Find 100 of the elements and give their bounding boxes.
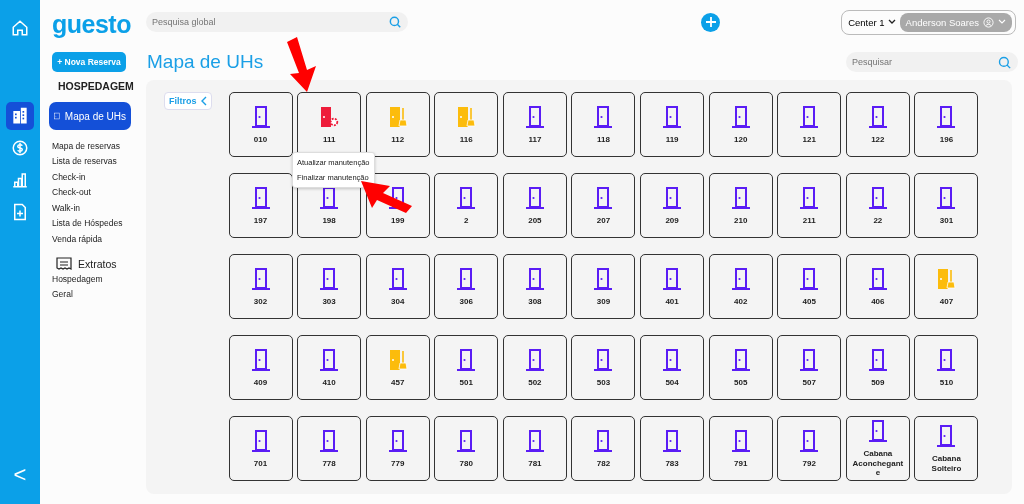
- room-card[interactable]: 410: [297, 335, 362, 400]
- caret-icon: [887, 19, 896, 25]
- room-number: Cabana Solteiro: [930, 454, 963, 473]
- search-field[interactable]: Pesquisar: [846, 52, 1018, 72]
- rail-button[interactable]: [6, 102, 34, 130]
- room-card[interactable]: 121: [777, 92, 842, 157]
- room-card[interactable]: 701: [228, 416, 293, 481]
- room-card[interactable]: 309: [571, 254, 636, 319]
- room-card[interactable]: 779: [365, 416, 430, 481]
- room-card[interactable]: 791: [708, 416, 773, 481]
- room-card[interactable]: 306: [434, 254, 499, 319]
- sidebar-item[interactable]: Check-in: [52, 170, 134, 183]
- room-card[interactable]: 2: [434, 173, 499, 238]
- annotation-arrow: [287, 37, 316, 92]
- home-icon: [11, 19, 29, 37]
- sidebar-item[interactable]: Hospedagem: [52, 272, 134, 285]
- unit-dropdown[interactable]: Center 1: [848, 16, 896, 28]
- room-card[interactable]: 405: [777, 254, 842, 319]
- room-card[interactable]: 112: [365, 92, 430, 157]
- room-number: 701: [253, 458, 268, 469]
- sidebar-item[interactable]: Lista de Hóspedes: [52, 217, 134, 229]
- dollar-icon: [11, 139, 29, 157]
- room-card[interactable]: Cabana Solteiro: [914, 416, 979, 481]
- room-card[interactable]: 783: [640, 416, 705, 481]
- room-number: 308: [528, 296, 542, 307]
- room-number: 510: [939, 377, 954, 388]
- room-card[interactable]: 308: [502, 254, 567, 319]
- room-card[interactable]: 501: [434, 335, 499, 400]
- page-title: Mapa de UHs: [147, 51, 264, 73]
- room-card[interactable]: Cabana Aconchegant e: [845, 416, 910, 481]
- room-number: 118: [597, 134, 610, 145]
- room-card[interactable]: 780: [434, 416, 499, 481]
- room-card[interactable]: 205: [502, 173, 567, 238]
- room-number: 401: [665, 296, 679, 307]
- room-card[interactable]: 502: [502, 335, 567, 400]
- room-card[interactable]: 119: [640, 92, 705, 157]
- file-plus-icon: [11, 203, 29, 221]
- room-card[interactable]: 304: [365, 254, 430, 319]
- room-card[interactable]: 196: [914, 92, 979, 157]
- room-number: 504: [665, 377, 679, 388]
- room-number: 301: [939, 215, 954, 226]
- room-number: 782: [596, 458, 611, 469]
- room-card[interactable]: 010: [228, 92, 293, 157]
- room-card[interactable]: 402: [708, 254, 773, 319]
- annotation-arrow: [361, 181, 412, 213]
- room-number: 406: [871, 296, 885, 307]
- room-card[interactable]: 457: [365, 335, 430, 400]
- room-card[interactable]: 782: [571, 416, 636, 481]
- room-number: 198: [322, 215, 336, 226]
- room-card[interactable]: 122: [845, 92, 910, 157]
- room-card[interactable]: 211: [777, 173, 842, 238]
- add-button[interactable]: [701, 12, 720, 32]
- room-card[interactable]: 303: [297, 254, 362, 319]
- room-card[interactable]: 510: [914, 335, 979, 400]
- room-card[interactable]: 401: [640, 254, 705, 319]
- room-card[interactable]: 407: [914, 254, 979, 319]
- room-card[interactable]: 781: [502, 416, 567, 481]
- room-number: 503: [596, 377, 611, 388]
- room-number: 780: [459, 458, 473, 469]
- room-number: 119: [665, 134, 679, 145]
- bar-chart-icon: [11, 171, 29, 189]
- room-card[interactable]: 197: [228, 173, 293, 238]
- sidebar-item[interactable]: Walk-in: [52, 201, 134, 214]
- section-title: HOSPEDAGEM: [58, 80, 134, 92]
- sidebar-item[interactable]: Venda rápida: [52, 232, 134, 245]
- room-card[interactable]: 505: [708, 335, 773, 400]
- room-number: 304: [391, 296, 405, 307]
- sidebar-item[interactable]: Mapa de UHs: [49, 102, 131, 130]
- sidebar-item[interactable]: Check-out: [52, 186, 134, 198]
- room-card[interactable]: 120: [708, 92, 773, 157]
- room-card[interactable]: 209: [640, 173, 705, 238]
- room-number: 309: [596, 296, 611, 307]
- room-card[interactable]: 117: [502, 92, 567, 157]
- user-icon: [983, 16, 994, 28]
- room-card[interactable]: 507: [777, 335, 842, 400]
- room-card[interactable]: 118: [571, 92, 636, 157]
- room-card[interactable]: 301: [914, 173, 979, 238]
- room-number: 781: [528, 458, 542, 469]
- room-card[interactable]: 504: [640, 335, 705, 400]
- room-card[interactable]: 116: [434, 92, 499, 157]
- room-card[interactable]: 207: [571, 173, 636, 238]
- room-card[interactable]: 792: [777, 416, 842, 481]
- room-card[interactable]: 22: [845, 173, 910, 238]
- global-search-field[interactable]: Pesquisa global: [146, 12, 408, 32]
- room-card[interactable]: 409: [228, 335, 293, 400]
- room-number: 2: [464, 215, 469, 226]
- room-card[interactable]: 503: [571, 335, 636, 400]
- sidebar-item[interactable]: Lista de reservas: [52, 155, 134, 167]
- room-card[interactable]: 509: [845, 335, 910, 400]
- sidebar-item[interactable]: Mapa de reservas: [52, 139, 134, 152]
- group-title: Extratos: [78, 257, 117, 270]
- room-card[interactable]: 406: [845, 254, 910, 319]
- sidebar-item[interactable]: Geral: [52, 288, 134, 300]
- room-card[interactable]: 302: [228, 254, 293, 319]
- receipt-icon: [56, 256, 72, 271]
- room-card[interactable]: 210: [708, 173, 773, 238]
- room-number: 509: [871, 377, 885, 388]
- room-card[interactable]: 778: [297, 416, 362, 481]
- plus-icon: [704, 16, 717, 28]
- room-number: 410: [322, 377, 336, 388]
